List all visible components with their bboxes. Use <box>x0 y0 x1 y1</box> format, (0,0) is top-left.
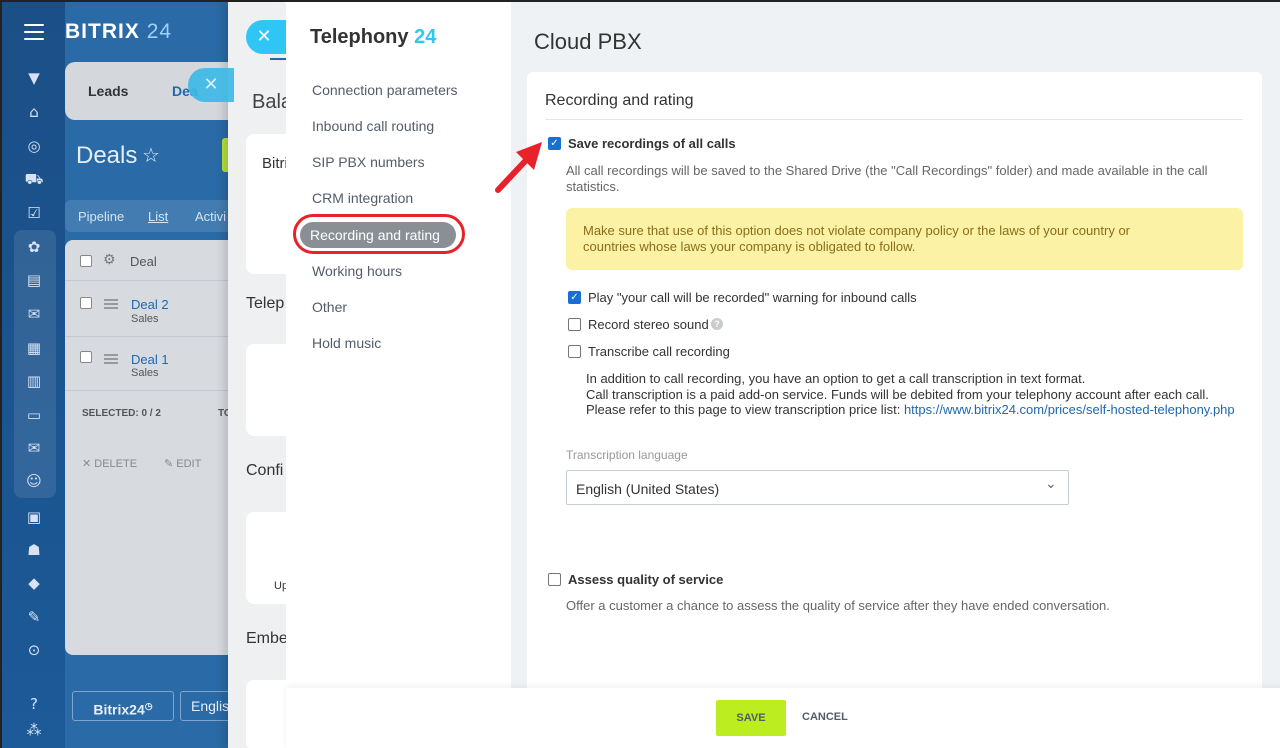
menu-working-hours[interactable]: Working hours <box>312 263 402 279</box>
card-icon[interactable]: ▣ <box>24 507 44 527</box>
menu-hold-music[interactable]: Hold music <box>312 335 381 351</box>
menu-connection-parameters[interactable]: Connection parameters <box>312 82 458 98</box>
deal-stage: Sales <box>131 313 159 325</box>
divider <box>545 119 1243 120</box>
divider <box>65 336 240 337</box>
close-icon[interactable]: ✕ <box>188 68 234 102</box>
transcribe-checkbox[interactable] <box>568 345 581 358</box>
quality-label[interactable]: Assess quality of service <box>568 572 723 587</box>
background-text: Bitri <box>262 155 288 172</box>
divider <box>65 390 240 391</box>
deals-title: Deals <box>76 142 138 169</box>
chevron-down-icon: ⌄ <box>1045 476 1057 492</box>
divider <box>65 280 240 281</box>
crm-icon[interactable]: ✿ <box>24 237 44 257</box>
stereo-checkbox[interactable] <box>568 318 581 331</box>
feed-icon[interactable]: ▤ <box>24 270 44 290</box>
quality-checkbox[interactable] <box>548 573 561 586</box>
warning-text: Make sure that use of this option does n… <box>583 223 1131 254</box>
network-icon[interactable]: ⁂ <box>24 720 44 740</box>
transcribe-label[interactable]: Transcribe call recording <box>588 344 730 359</box>
edit-action[interactable]: ✎ EDIT <box>164 457 201 470</box>
drive-icon[interactable]: ▭ <box>24 405 44 425</box>
close-icon: ✕ <box>82 458 95 470</box>
contacts-icon[interactable]: ☺ <box>24 471 44 491</box>
gear-icon[interactable]: ⚙ <box>103 252 116 268</box>
menu-crm-integration[interactable]: CRM integration <box>312 190 413 206</box>
checkmark-icon: ✓ <box>570 292 579 303</box>
cancel-button[interactable]: CANCEL <box>802 711 848 723</box>
menu-inbound-call-routing[interactable]: Inbound call routing <box>312 118 434 134</box>
edit-label: EDIT <box>176 458 202 470</box>
select-all-checkbox[interactable] <box>80 255 92 267</box>
more-icon[interactable]: ⊙ <box>24 640 44 660</box>
sign-icon[interactable]: ✎ <box>24 607 44 627</box>
view-pipeline[interactable]: Pipeline <box>78 209 124 224</box>
transcribe-description: In addition to call recording, you have … <box>586 371 1246 418</box>
target-icon[interactable]: ◎ <box>24 136 44 156</box>
section-title: Recording and rating <box>545 92 694 109</box>
row-menu-icon[interactable] <box>104 354 118 364</box>
selected-count: SELECTED: 0 / 2 <box>82 408 161 419</box>
stereo-label[interactable]: Record stereo sound <box>588 317 709 332</box>
annotation-arrow <box>495 142 542 193</box>
calendar-icon[interactable]: ▦ <box>24 338 44 358</box>
background-text: Telep <box>246 295 285 312</box>
price-list-link[interactable]: https://www.bitrix24.com/prices/self-hos… <box>904 402 1235 417</box>
deal-link[interactable]: Deal 2 <box>131 297 169 312</box>
close-slider-button[interactable]: ✕ <box>246 20 290 54</box>
help-circle-icon[interactable]: ? <box>24 694 44 714</box>
page-title: Cloud PBX <box>534 29 642 54</box>
column-deal: Deal <box>130 254 157 269</box>
bitrix24-footer-button[interactable]: Bitrix24◷ <box>72 691 174 721</box>
help-icon[interactable]: ? <box>711 318 723 330</box>
checkmark-icon: ✓ <box>550 138 559 149</box>
pencil-icon: ✎ <box>164 458 177 470</box>
play-warning-label[interactable]: Play "your call will be recorded" warnin… <box>588 290 917 305</box>
quality-description: Offer a customer a chance to assess the … <box>566 598 1110 613</box>
transcribe-desc-line: Call transcription is a paid add-on serv… <box>586 386 1209 402</box>
menu-icon[interactable] <box>24 24 44 40</box>
cart-icon[interactable]: ⛟ <box>24 169 44 189</box>
tab-leads[interactable]: Leads <box>88 83 128 99</box>
play-warning-checkbox[interactable]: ✓ <box>568 291 581 304</box>
row-checkbox[interactable] <box>80 297 92 309</box>
row-checkbox[interactable] <box>80 351 92 363</box>
highlight-ring <box>293 214 465 254</box>
background-text: Confi <box>246 462 284 479</box>
delete-action[interactable]: ✕ DELETE <box>82 457 137 470</box>
tasks-icon[interactable]: ☑ <box>24 203 44 223</box>
save-recordings-label[interactable]: Save recordings of all calls <box>568 136 736 151</box>
brand-logo: BITRIX 24 <box>65 20 173 43</box>
delete-label: DELETE <box>94 458 138 470</box>
deal-link[interactable]: Deal 1 <box>131 352 169 367</box>
save-recordings-description: All call recordings will be saved to the… <box>566 163 1208 194</box>
save-button[interactable]: SAVE <box>716 700 786 736</box>
background-card <box>246 344 286 436</box>
deal-stage: Sales <box>131 367 159 379</box>
transcribe-desc-line: Please refer to this page to view transc… <box>586 402 901 417</box>
background-text: Embe <box>246 630 288 647</box>
language-value: English (United States) <box>576 481 720 497</box>
menu-other[interactable]: Other <box>312 299 347 315</box>
menu-sip-pbx-numbers[interactable]: SIP PBX numbers <box>312 154 425 170</box>
robot-icon[interactable]: ☗ <box>24 540 44 560</box>
document-icon[interactable]: ▥ <box>24 371 44 391</box>
home-icon[interactable]: ⌂ <box>24 102 44 122</box>
mail-icon[interactable]: ✉ <box>24 438 44 458</box>
chat-icon[interactable]: ✉ <box>24 304 44 324</box>
transcribe-desc-line: In addition to call recording, you have … <box>586 371 1086 386</box>
view-list[interactable]: List <box>148 209 168 224</box>
telephony-title: Telephony 24 <box>310 26 437 48</box>
star-icon[interactable]: ☆ <box>142 143 160 167</box>
background-card <box>246 680 286 748</box>
row-menu-icon[interactable] <box>104 299 118 309</box>
box-icon[interactable]: ◆ <box>24 573 44 593</box>
language-label: Transcription language <box>566 448 688 462</box>
save-recordings-checkbox[interactable]: ✓ <box>548 137 561 150</box>
filter-icon[interactable]: ▼ <box>24 68 44 88</box>
